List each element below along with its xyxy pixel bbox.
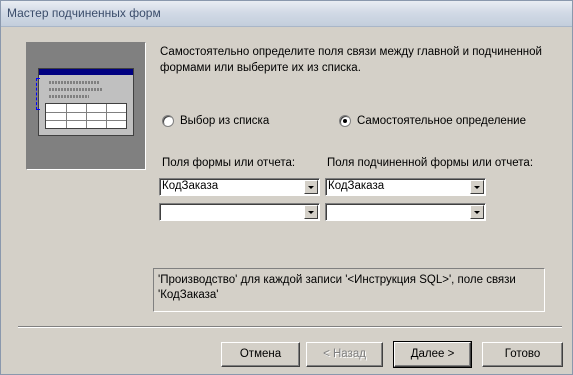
link-summary-box: 'Производство' для каждой записи '<Инстр… bbox=[153, 268, 545, 312]
wizard-preview-image bbox=[26, 42, 146, 170]
cancel-button[interactable]: Отмена bbox=[221, 342, 300, 367]
window-title: Мастер подчиненных форм bbox=[7, 6, 161, 20]
main-field-combo-2[interactable] bbox=[159, 203, 320, 221]
main-field-combo-1-value: КодЗаказа bbox=[162, 180, 219, 192]
radio-from-list-circle[interactable] bbox=[162, 115, 174, 127]
radio-from-list[interactable]: Выбор из списка bbox=[162, 114, 269, 128]
sub-field-combo-2[interactable] bbox=[325, 203, 486, 221]
next-button[interactable]: Далее > bbox=[393, 341, 472, 368]
chevron-down-icon[interactable] bbox=[304, 205, 318, 219]
chevron-down-icon[interactable] bbox=[304, 180, 318, 194]
radio-manual[interactable]: Самостоятельное определение bbox=[339, 114, 526, 128]
link-summary-text: 'Производство' для каждой записи '<Инстр… bbox=[158, 274, 516, 301]
button-separator bbox=[18, 326, 562, 328]
radio-manual-label: Самостоятельное определение bbox=[357, 115, 526, 127]
sub-fields-label: Поля подчиненной формы или отчета: bbox=[327, 157, 534, 169]
chevron-down-icon[interactable] bbox=[470, 180, 484, 194]
sub-field-combo-1-value: КодЗаказа bbox=[328, 180, 385, 192]
main-fields-label: Поля формы или отчета: bbox=[162, 157, 296, 169]
radio-manual-circle[interactable] bbox=[339, 115, 351, 127]
preview-form-icon bbox=[36, 68, 134, 136]
main-field-combo-1[interactable]: КодЗаказа bbox=[159, 178, 320, 196]
back-button[interactable]: < Назад bbox=[306, 342, 383, 367]
radio-from-list-label: Выбор из списка bbox=[180, 115, 270, 127]
chevron-down-icon[interactable] bbox=[470, 205, 484, 219]
wizard-description: Самостоятельно определите поля связи меж… bbox=[160, 46, 542, 74]
sub-field-combo-1[interactable]: КодЗаказа bbox=[325, 178, 486, 196]
subform-wizard-window: Мастер подчиненных форм Самостоятельно о… bbox=[0, 0, 573, 375]
title-bar: Мастер подчиненных форм bbox=[1, 1, 572, 27]
finish-button[interactable]: Готово bbox=[482, 342, 563, 367]
